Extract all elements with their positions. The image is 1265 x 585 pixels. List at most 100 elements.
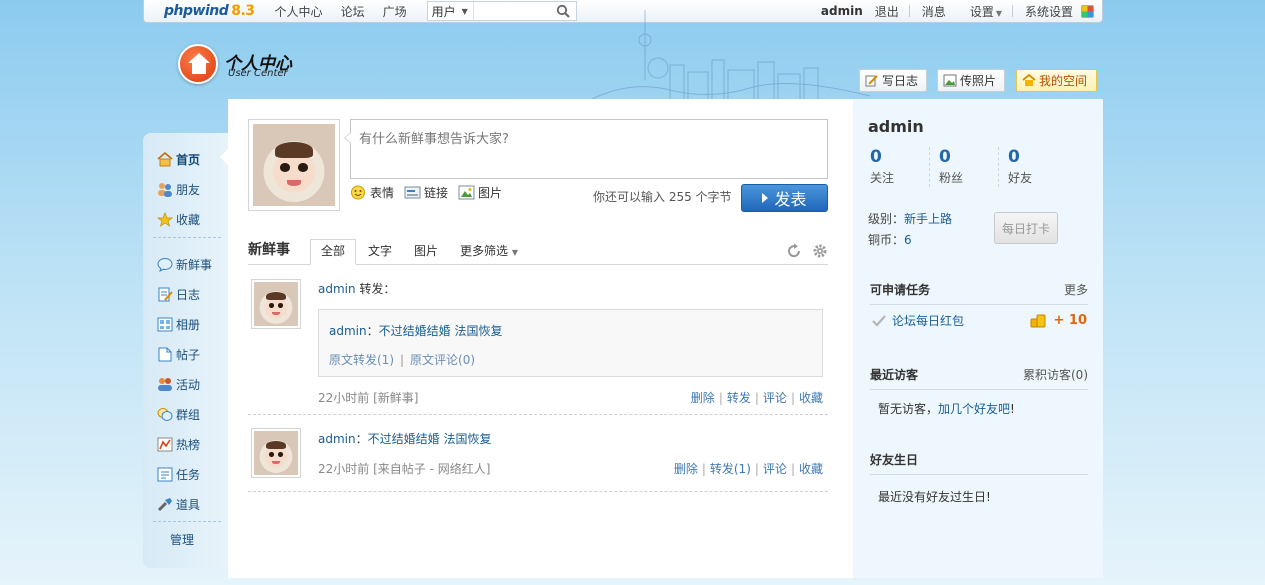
char-count-hint: 你还可以输入 255 个字节 <box>593 190 732 204</box>
sidebar-item-tasks[interactable]: 任务 <box>157 466 200 483</box>
logout-link[interactable]: 退出 <box>875 3 899 20</box>
refresh-icon[interactable] <box>786 243 802 259</box>
search-input[interactable] <box>473 3 550 19</box>
tab-images[interactable]: 图片 <box>404 240 448 264</box>
daily-checkin-button[interactable]: 每日打卡 <box>994 212 1058 244</box>
feed-tools <box>776 243 828 259</box>
write-blog-button[interactable]: 写日志 <box>859 69 927 92</box>
baby-face-image <box>254 431 298 475</box>
delete-link[interactable]: 删除 <box>691 391 715 405</box>
phpwind-logo[interactable]: phpwind 8.3 <box>164 3 255 19</box>
total-visitors-link[interactable]: 累积访客(0) <box>1023 366 1088 383</box>
feed-item: admin 转发： admin：不过结婚结婚 法国恢复 原文转发(1) | 原文评论… <box>248 277 828 415</box>
feed-user-link[interactable]: admin <box>318 432 356 446</box>
task-link[interactable]: 论坛每日红包 <box>892 312 964 329</box>
sidebar-item-hot-list[interactable]: 热榜 <box>157 436 200 453</box>
add-friends-link[interactable]: 加几个好友吧 <box>938 402 1010 416</box>
user-level: 级别：新手上路 <box>868 212 953 226</box>
photo-icon <box>943 74 957 87</box>
image-button[interactable]: 图片 <box>458 184 502 201</box>
stat-following[interactable]: 0 关注 <box>870 147 930 186</box>
sidebar-item-activity[interactable]: 活动 <box>157 376 200 393</box>
forward-link[interactable]: 转发(1) <box>710 462 751 476</box>
tasks-more-link[interactable]: 更多 <box>1064 281 1088 298</box>
sidebar-divider <box>153 521 221 522</box>
user-center-logo: 个人中心 User Center <box>178 44 292 84</box>
birthday-section-title: 好友生日 <box>870 451 1088 475</box>
theme-color-icon[interactable] <box>1081 4 1094 18</box>
stat-divider <box>929 147 930 187</box>
quote-text-link[interactable]: 不过结婚结婚 法国恢复 <box>379 324 503 338</box>
nav-square[interactable]: 广场 <box>383 3 407 20</box>
logo-version: 8.3 <box>231 3 255 19</box>
top-nav: 个人中心 论坛 广场 <box>275 3 425 20</box>
profile-panel: admin 0 关注 0 粉丝 0 好友 级别：新手上路 铜币：6 每日打卡 可… <box>853 99 1103 578</box>
gear-icon[interactable] <box>812 243 828 259</box>
link-icon <box>404 186 421 199</box>
home-icon <box>157 152 173 167</box>
pencil-note-icon <box>865 75 878 87</box>
sidebar-item-home[interactable]: 首页 <box>157 151 200 168</box>
nav-user-center[interactable]: 个人中心 <box>275 3 323 20</box>
city-skyline-decoration <box>590 10 870 100</box>
link-button[interactable]: 链接 <box>404 184 448 201</box>
sidebar-divider <box>153 237 221 238</box>
stat-fans[interactable]: 0 粉丝 <box>939 147 999 186</box>
sidebar-item-props[interactable]: 道具 <box>157 496 200 513</box>
feed-actions: 删除 | 转发(1) | 评论 | 收藏 <box>673 462 823 476</box>
quote-user-link[interactable]: admin <box>329 324 367 338</box>
system-settings-link[interactable]: 系统设置 <box>1025 3 1073 20</box>
avatar[interactable] <box>251 428 301 478</box>
original-forward-link[interactable]: 原文转发(1) <box>329 353 394 367</box>
settings-menu[interactable]: 设置 ▼ <box>958 3 1002 20</box>
star-icon <box>157 212 173 227</box>
level-link[interactable]: 新手上路 <box>904 212 952 226</box>
tab-more-filters[interactable]: 更多筛选 ▼ <box>450 240 528 264</box>
favorite-link[interactable]: 收藏 <box>799 462 823 476</box>
caret-down-icon: ▼ <box>511 248 519 257</box>
sidebar-admin-link[interactable]: 管理 <box>170 531 194 548</box>
publish-button[interactable]: 发表 <box>741 184 828 212</box>
search-type-select[interactable]: 用户 ▼ <box>428 2 474 20</box>
smiley-icon <box>351 185 365 200</box>
feed-item-footer: 22小时前 [来自帖子 - 网络红人] 删除 | 转发(1) | 评论 | 收藏 <box>318 460 823 477</box>
delete-link[interactable]: 删除 <box>674 462 698 476</box>
emoji-button[interactable]: 表情 <box>350 184 394 201</box>
avatar[interactable] <box>251 279 301 329</box>
my-space-button[interactable]: 我的空间 <box>1016 69 1097 92</box>
sidebar-item-groups[interactable]: 群组 <box>157 406 200 423</box>
stat-friends[interactable]: 0 好友 <box>1008 147 1068 186</box>
original-comment-link[interactable]: 原文评论(0) <box>410 353 475 367</box>
nav-forum[interactable]: 论坛 <box>341 3 365 20</box>
feed-action-text: 转发： <box>355 282 396 296</box>
favorite-link[interactable]: 收藏 <box>799 391 823 405</box>
upload-photo-button[interactable]: 传照片 <box>937 69 1005 92</box>
sidebar-item-posts[interactable]: 帖子 <box>157 346 200 363</box>
chat-bubble-icon <box>157 258 173 272</box>
sidebar-item-album[interactable]: 相册 <box>157 316 200 333</box>
tab-text[interactable]: 文字 <box>358 240 402 264</box>
avatar[interactable] <box>248 119 340 211</box>
feed-item-header: admin：不过结婚结婚 法国恢复 <box>318 432 492 446</box>
messages-link[interactable]: 消息 <box>922 3 946 20</box>
comment-link[interactable]: 评论 <box>763 462 787 476</box>
friends-icon <box>158 183 172 197</box>
sidebar-item-favorites[interactable]: 收藏 <box>157 211 200 228</box>
status-input[interactable]: 有什么新鲜事想告诉大家? <box>344 119 828 179</box>
feed-text-link[interactable]: 不过结婚结婚 法国恢复 <box>368 432 492 446</box>
sidebar-item-blog[interactable]: 日志 <box>157 286 200 303</box>
album-icon <box>157 317 173 332</box>
feed-user-link[interactable]: admin <box>318 282 356 296</box>
task-item: 论坛每日红包 + 10 <box>872 312 1087 329</box>
blog-icon <box>158 287 173 302</box>
comment-link[interactable]: 评论 <box>763 391 787 405</box>
tab-all[interactable]: 全部 <box>310 239 357 265</box>
feed-item-footer: 22小时前 [新鲜事] 删除 | 转发 | 评论 | 收藏 <box>318 389 823 406</box>
feed-item-header: admin 转发： <box>318 280 823 297</box>
search-icon[interactable] <box>556 4 570 18</box>
birthday-empty: 最近没有好友过生日! <box>878 490 991 504</box>
profile-name[interactable]: admin <box>868 117 924 136</box>
sidebar-item-news[interactable]: 新鲜事 <box>157 256 212 273</box>
sidebar-item-friends[interactable]: 朋友 <box>157 181 200 198</box>
forward-link[interactable]: 转发 <box>727 391 751 405</box>
